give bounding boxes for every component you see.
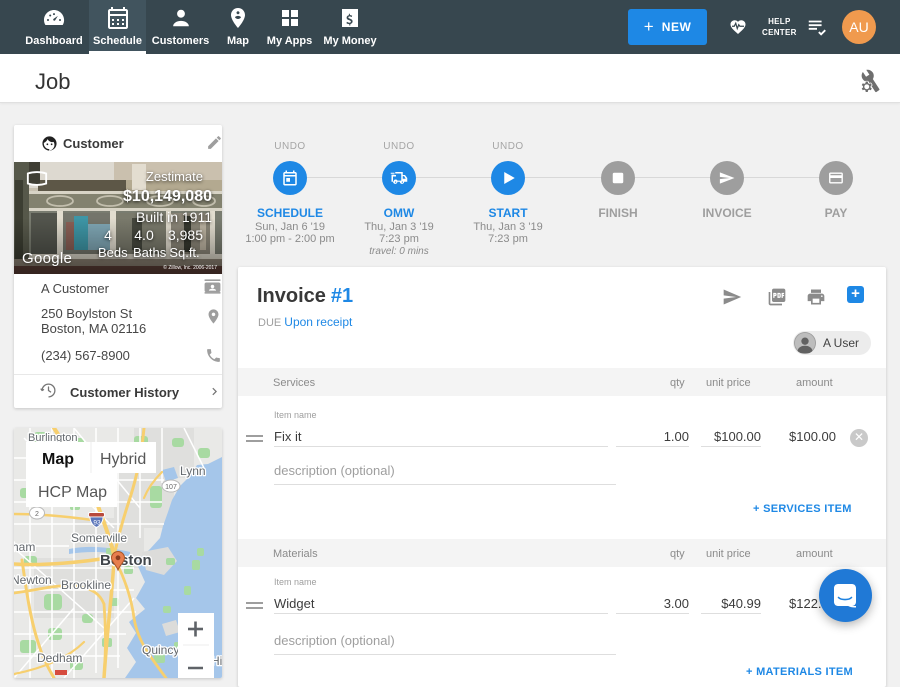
svg-text:Newton: Newton bbox=[14, 573, 52, 587]
svg-text:Hybrid: Hybrid bbox=[100, 451, 146, 468]
svg-text:Somerville: Somerville bbox=[71, 531, 127, 545]
svg-text:Brookline: Brookline bbox=[61, 578, 111, 592]
svg-text:ham: ham bbox=[14, 540, 35, 554]
svg-text:93: 93 bbox=[93, 520, 101, 527]
svg-text:Dedham: Dedham bbox=[37, 651, 82, 665]
svg-text:HCP Map: HCP Map bbox=[38, 484, 107, 501]
svg-text:2: 2 bbox=[35, 511, 39, 518]
svg-text:Map: Map bbox=[42, 451, 74, 468]
svg-text:Quincy: Quincy bbox=[142, 643, 179, 657]
svg-text:Lynn: Lynn bbox=[180, 464, 206, 478]
svg-text:107: 107 bbox=[165, 484, 177, 491]
svg-text:Boston: Boston bbox=[100, 552, 152, 569]
